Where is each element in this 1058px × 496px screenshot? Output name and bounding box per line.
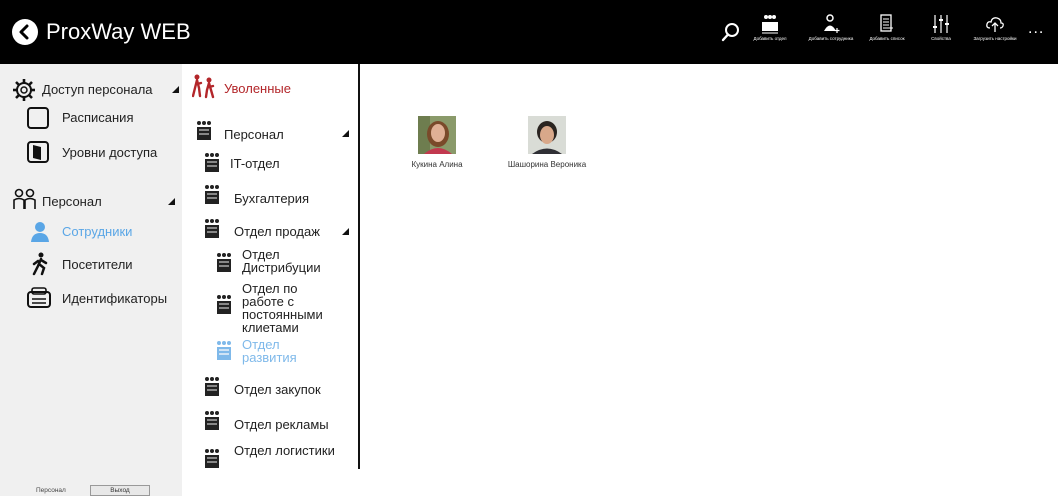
- add-department-label: Добавить отдел: [753, 36, 787, 41]
- nav-item-label: Посетители: [62, 257, 133, 272]
- walker-icon: [28, 252, 54, 278]
- department-icon: [200, 376, 224, 400]
- tree-item-label: IT-отдел: [230, 156, 280, 171]
- nav-section-label: Доступ персонала: [42, 82, 153, 97]
- gear-icon: [12, 78, 38, 104]
- upload-settings-button[interactable]: Загрузить настройки: [967, 14, 1023, 58]
- logout-button[interactable]: Выход: [90, 485, 150, 496]
- department-icon: [192, 120, 216, 144]
- tree-item-it[interactable]: IT-отдел: [200, 152, 350, 178]
- add-list-button[interactable]: Добавить список: [859, 14, 915, 58]
- tree-item-purchasing[interactable]: Отдел закупок: [200, 376, 350, 402]
- tree-item-label: Отдел Дистрибуции: [242, 247, 321, 275]
- employee-name: Шашорина Вероника: [507, 160, 587, 169]
- collapse-arrow-icon[interactable]: [172, 86, 179, 93]
- search-icon[interactable]: [721, 22, 741, 42]
- top-bar: ProxWay WEB Добавить отдел Добавить сотр…: [0, 0, 1058, 64]
- department-icon: [200, 448, 224, 472]
- calendar-icon: [26, 106, 52, 132]
- nav-item-schedules[interactable]: Расписания: [0, 106, 182, 134]
- nav-item-label: Уровни доступа: [62, 145, 158, 160]
- employee-card[interactable]: Кукина Алина: [392, 116, 482, 169]
- tree-item-development[interactable]: Отдел развития: [212, 338, 352, 368]
- tree-item-client-relations[interactable]: Отдел по работе с постоянными клиетами: [212, 281, 352, 335]
- add-department-button[interactable]: Добавить отдел: [742, 14, 798, 58]
- upload-settings-label: Загрузить настройки: [973, 36, 1017, 41]
- tree-item-label: Отдел по работе с постоянными клиетами: [242, 281, 323, 335]
- nav-item-identifiers[interactable]: Идентификаторы: [0, 286, 182, 314]
- department-icon: [212, 340, 236, 364]
- main-navigation: Доступ персонала Расписания Уровни досту…: [0, 64, 182, 496]
- properties-label: Свойства: [931, 36, 951, 41]
- tree-item-label: Персонал: [224, 127, 284, 142]
- department-icon: [200, 184, 224, 208]
- nav-item-label: Сотрудники: [62, 224, 133, 239]
- collapse-arrow-icon[interactable]: [342, 228, 349, 235]
- collapse-arrow-icon[interactable]: [168, 198, 175, 205]
- tree-header-label: Уволенные: [224, 81, 291, 96]
- nav-item-employees[interactable]: Сотрудники: [0, 220, 182, 248]
- tree-item-label: Отдел закупок: [234, 382, 321, 397]
- add-employee-label: Добавить сотрудника: [808, 36, 854, 41]
- department-icon: [212, 294, 236, 318]
- nav-item-label: Расписания: [62, 110, 134, 125]
- tree-item-label: Отдел рекламы: [234, 417, 329, 432]
- add-list-label: Добавить список: [869, 36, 905, 41]
- tree-item-personnel[interactable]: Персонал: [192, 120, 352, 146]
- app-title: ProxWay WEB: [46, 19, 191, 44]
- department-icon: [200, 218, 224, 242]
- employee-photo-avatar: [418, 116, 456, 154]
- tree-item-dismissed[interactable]: Уволенные: [191, 74, 352, 100]
- employee-name: Кукина Алина: [411, 160, 463, 169]
- tree-item-label: Отдел логистики: [234, 443, 335, 458]
- department-icon: [200, 410, 224, 434]
- properties-button[interactable]: Свойства: [913, 14, 969, 58]
- add-employee-icon: [824, 14, 840, 33]
- employee-card[interactable]: Шашорина Вероника: [502, 116, 592, 169]
- tree-item-label: Бухгалтерия: [234, 191, 310, 206]
- nav-item-access-levels[interactable]: Уровни доступа: [0, 140, 182, 168]
- employee-grid: Кукина Алина Шашорина Вероника: [362, 64, 1058, 496]
- tree-item-advertising[interactable]: Отдел рекламы: [200, 410, 350, 436]
- department-icon: [212, 252, 236, 276]
- tree-item-logistics[interactable]: Отдел логистики: [200, 442, 350, 468]
- tree-item-sales[interactable]: Отдел продаж: [200, 218, 352, 244]
- add-list-icon: [880, 14, 893, 32]
- collapse-arrow-icon[interactable]: [342, 130, 349, 137]
- nav-section-label: Персонал: [42, 194, 102, 209]
- tree-item-label: Отдел развития: [242, 337, 297, 365]
- department-icon: [200, 152, 224, 176]
- nav-item-visitors[interactable]: Посетители: [0, 252, 182, 280]
- more-menu-button[interactable]: ...: [1028, 20, 1044, 38]
- nav-section-staff-access[interactable]: Доступ персонала: [0, 78, 182, 106]
- properties-sliders-icon: [933, 15, 949, 33]
- user-icon: [28, 220, 54, 246]
- door-icon: [26, 140, 52, 166]
- nav-item-label: Идентификаторы: [62, 291, 168, 306]
- footer-label: Персонал: [36, 487, 66, 494]
- dismissed-people-icon: [191, 74, 216, 99]
- upload-cloud-icon: [986, 17, 1004, 32]
- add-employee-button[interactable]: Добавить сотрудника: [803, 14, 859, 58]
- tree-item-label: Отдел продаж: [234, 224, 320, 239]
- employee-photo-avatar: [528, 116, 566, 154]
- add-department-icon: [762, 15, 778, 34]
- tree-item-distribution[interactable]: Отдел Дистрибуции: [212, 248, 352, 278]
- department-tree: Уволенные Персонал IT-отдел Бухгалтерия …: [182, 64, 360, 469]
- people-icon: [12, 188, 38, 214]
- back-logo-icon[interactable]: [12, 19, 38, 45]
- id-card-icon: [26, 286, 52, 312]
- tree-item-accounting[interactable]: Бухгалтерия: [200, 184, 350, 210]
- nav-section-personnel[interactable]: Персонал: [0, 188, 182, 216]
